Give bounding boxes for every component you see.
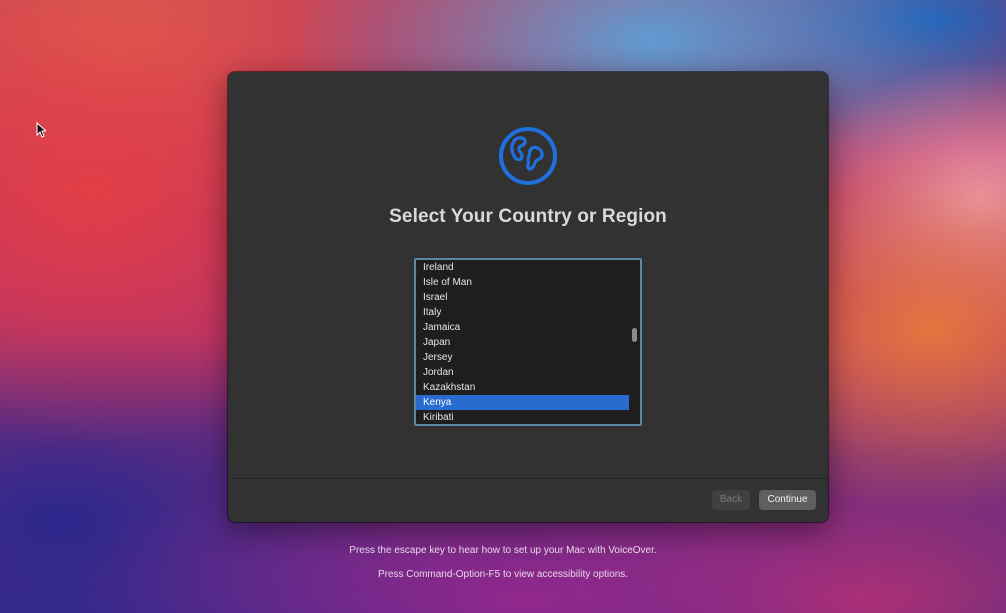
voiceover-hint: Press the escape key to hear how to set … xyxy=(349,545,657,556)
country-list-items: Ireland Isle of Man Israel Italy Jamaica… xyxy=(416,260,629,424)
country-list[interactable]: Ireland Isle of Man Israel Italy Jamaica… xyxy=(414,258,642,426)
globe-icon xyxy=(499,127,557,185)
list-item[interactable]: Israel xyxy=(416,290,629,305)
list-item[interactable]: Ireland xyxy=(416,260,629,275)
list-item[interactable]: Jersey xyxy=(416,350,629,365)
footer-divider xyxy=(228,478,828,479)
desktop: Select Your Country or Region Ireland Is… xyxy=(0,0,1006,613)
list-item[interactable]: Kazakhstan xyxy=(416,380,629,395)
continue-button[interactable]: Continue xyxy=(759,490,816,510)
accessibility-hint: Press Command-Option-F5 to view accessib… xyxy=(377,569,629,580)
list-item[interactable]: Kiribati xyxy=(416,410,629,424)
back-button[interactable]: Back xyxy=(712,490,750,510)
list-item[interactable]: Jamaica xyxy=(416,320,629,335)
list-item[interactable]: Jordan xyxy=(416,365,629,380)
page-title: Select Your Country or Region xyxy=(389,206,667,227)
list-scrollbar[interactable] xyxy=(629,260,640,424)
list-item[interactable]: Italy xyxy=(416,305,629,320)
mouse-pointer-icon xyxy=(36,122,46,138)
setup-assistant-window: Select Your Country or Region Ireland Is… xyxy=(228,72,828,522)
list-item[interactable]: Japan xyxy=(416,335,629,350)
list-item[interactable]: Isle of Man xyxy=(416,275,629,290)
list-item-selected[interactable]: Kenya xyxy=(416,395,629,410)
scrollbar-thumb[interactable] xyxy=(632,328,637,342)
